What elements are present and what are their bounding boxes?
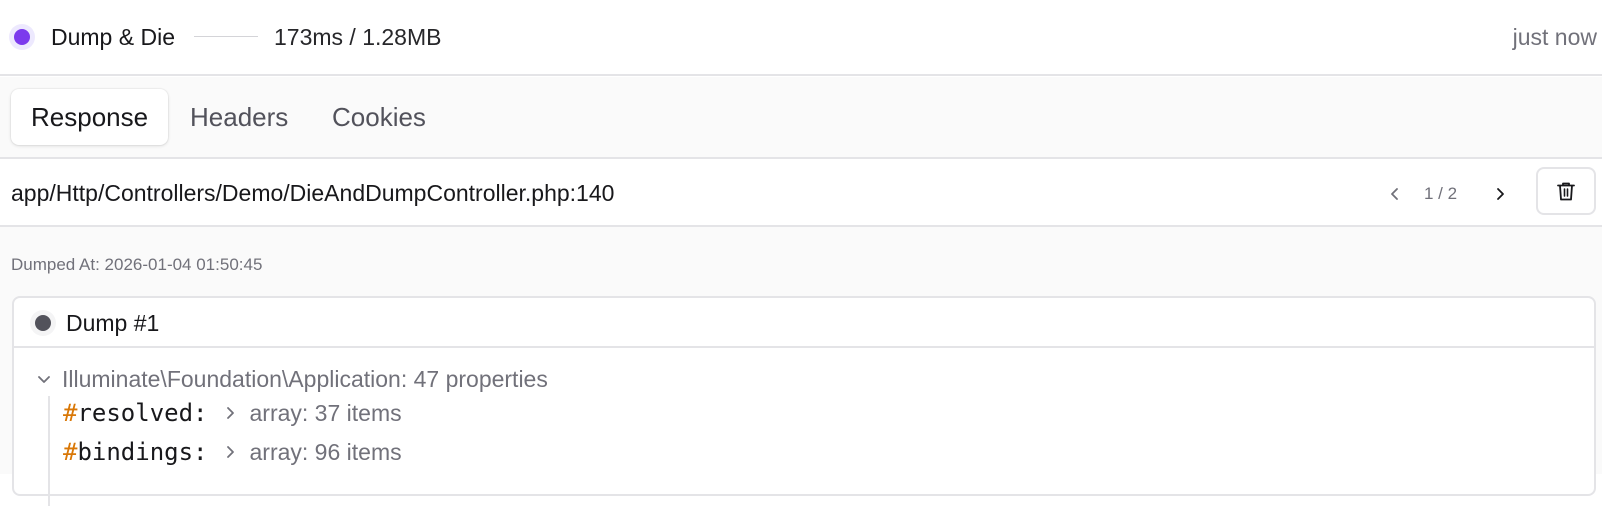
dump-title: Dump #1 (66, 310, 160, 336)
chevron-right-icon[interactable] (220, 403, 240, 423)
next-dump-button[interactable] (1485, 179, 1515, 209)
tree-root-node[interactable]: Illuminate\Foundation\Application: 47 pr… (34, 364, 548, 394)
dump-content: Dumped At: 2026-01-04 01:50:45 Dump #1 I… (0, 227, 1602, 506)
property-name: bindings: (77, 438, 208, 466)
tree-guide-line (48, 396, 50, 506)
property-hash: # (63, 438, 78, 466)
tab-bar: Response Headers Cookies (0, 77, 1602, 159)
dump-card: Dump #1 Illuminate\Foundation\Applicatio… (12, 296, 1596, 506)
chevron-right-icon[interactable] (220, 442, 240, 462)
request-time: just now (1512, 24, 1597, 50)
chevron-right-icon (1497, 188, 1504, 200)
delete-dump-button[interactable] (1536, 167, 1596, 215)
dump-location-bar: app/Http/Controllers/Demo/DieAndDumpCont… (0, 159, 1602, 227)
chevron-down-icon[interactable] (34, 369, 54, 389)
file-path: app/Http/Controllers/Demo/DieAndDumpCont… (11, 180, 615, 206)
trash-icon (1557, 182, 1575, 201)
tree-root-label: Illuminate\Foundation\Application: 47 pr… (62, 366, 548, 392)
property-hash: # (63, 399, 78, 427)
tree-property-row[interactable]: # bindings: array: 96 items (63, 435, 402, 469)
tree-property-row[interactable]: # resolved: array: 37 items (63, 396, 402, 430)
property-value: array: 37 items (249, 399, 402, 426)
title-divider (194, 36, 258, 37)
request-metrics: 173ms / 1.28MB (274, 24, 442, 50)
tab-headers[interactable]: Headers (170, 89, 308, 145)
previous-dump-button[interactable] (1380, 179, 1410, 209)
chevron-left-icon (1391, 188, 1398, 200)
tab-cookies[interactable]: Cookies (312, 89, 446, 145)
dump-card-header: Dump #1 (14, 298, 1594, 348)
page-indicator: 1 / 2 (1424, 184, 1458, 203)
dump-status-dot (35, 315, 51, 331)
property-name: resolved: (77, 399, 208, 427)
dumped-at-timestamp: Dumped At: 2026-01-04 01:50:45 (11, 255, 263, 274)
request-title: Dump & Die (51, 24, 175, 50)
status-dot (14, 29, 30, 45)
property-value: array: 96 items (249, 438, 402, 465)
tab-response[interactable]: Response (11, 89, 169, 145)
request-header-bar: Dump & Die 173ms / 1.28MB just now (0, 0, 1602, 76)
